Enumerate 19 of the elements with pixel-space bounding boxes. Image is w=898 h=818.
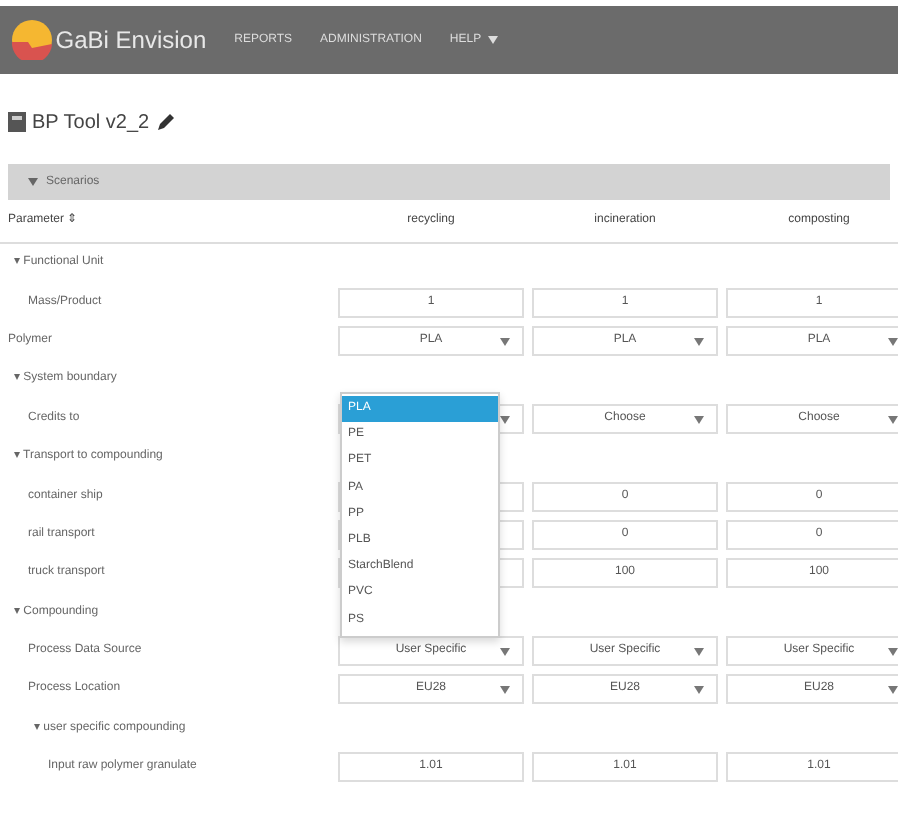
caret-icon <box>888 337 898 346</box>
caret-icon <box>888 648 898 657</box>
caret-icon <box>500 415 510 424</box>
caret-icon <box>487 36 498 44</box>
page-title: BP Tool v2_2 <box>32 109 150 137</box>
book-icon <box>8 112 26 132</box>
caret-icon <box>694 415 704 424</box>
caret-icon <box>694 648 704 657</box>
brand-name: GaBi Envision <box>55 24 207 58</box>
caret-icon <box>500 686 510 695</box>
caret-icon <box>500 337 510 346</box>
caret-icon <box>888 686 898 695</box>
logo-icon <box>12 20 52 60</box>
caret-icon <box>888 415 898 424</box>
caret-icon <box>28 178 38 186</box>
caret-icon <box>500 648 510 657</box>
caret-icon <box>694 686 704 695</box>
pencil-icon[interactable] <box>155 112 176 132</box>
caret-icon <box>694 337 704 346</box>
